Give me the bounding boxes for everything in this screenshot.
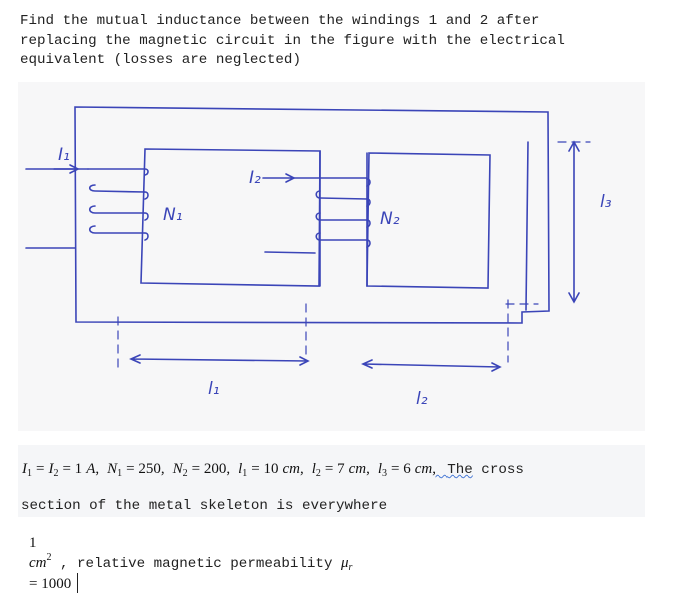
winding-1-coil: [25, 168, 149, 249]
var-N2-sub: 2: [182, 468, 188, 479]
label-winding-1: N₁: [163, 205, 183, 225]
comma: ,: [95, 461, 100, 477]
area-value: 1: [29, 535, 37, 551]
N1-value: = 250,: [126, 461, 165, 477]
mu-value: = 1000: [29, 576, 72, 592]
dimension-l1-arrow: [129, 354, 310, 366]
dimension-l2-arrow: [361, 359, 502, 372]
comma: ,: [366, 461, 370, 477]
parameters-line-1: I1 = I2 = 1 A, N1 = 250, N2 = 200, l1 = …: [22, 460, 524, 479]
var-I1-sub: 1: [27, 468, 32, 479]
text-cross: cross: [472, 462, 524, 478]
current-2-arrow: [262, 173, 296, 183]
var-I2-sub: 2: [53, 468, 59, 479]
question-line-1: Find the mutual inductance between the w…: [20, 13, 540, 29]
current-value: = 1: [62, 461, 83, 477]
label-winding-2: N₂: [380, 209, 400, 229]
core-outer-outline: [74, 106, 550, 324]
parameters-line-2: section of the metal skeleton is everywh…: [21, 498, 388, 514]
core-right-leg-inner: [525, 141, 529, 311]
mu-symbol: μ: [340, 555, 349, 571]
magnetic-circuit-figure: I₁ I₂ N₁ N₂ l₁ l₂ l₃: [18, 82, 645, 431]
winding-2-coil: [264, 177, 371, 254]
question-text: Find the mutual inductance between the w…: [20, 12, 670, 71]
spellcheck-word[interactable]: The: [447, 462, 473, 478]
current-unit: A: [86, 461, 96, 477]
label-current-2: I₂: [249, 168, 261, 188]
var-l1-sub: 1: [242, 468, 248, 479]
l3-unit: cm: [414, 461, 433, 477]
var-N1: N: [107, 461, 118, 477]
label-length-1: l₁: [208, 379, 220, 399]
core-center-leg: [319, 150, 368, 287]
text-cursor: [77, 573, 79, 593]
l1-unit: cm: [282, 461, 300, 477]
var-l3-sub: 3: [382, 468, 388, 479]
l2-value: = 7: [324, 461, 345, 477]
l1-value: = 10: [251, 461, 279, 477]
mu-subscript: r: [348, 562, 353, 573]
l3-value: = 6: [391, 461, 411, 477]
parameters-line-3[interactable]: 1 cm2 , relative magnetic permeability μ…: [21, 516, 352, 593]
label-current-1: I₁: [58, 145, 70, 165]
var-N1-sub: 1: [117, 468, 123, 479]
current-1-arrow: [53, 164, 80, 174]
equals-sign: =: [36, 461, 45, 477]
comma: ,: [299, 461, 304, 477]
l2-unit: cm: [348, 461, 367, 477]
N2-value: = 200,: [191, 461, 231, 477]
question-line-3: equivalent (losses are neglected): [20, 52, 301, 68]
comma-spellcheck: ,: [432, 461, 448, 477]
dimension-guides: [117, 141, 591, 368]
label-length-3: l₃: [600, 192, 612, 212]
permeability-text: , relative magnetic permeability: [51, 556, 341, 572]
area-unit: cm: [29, 555, 47, 571]
label-length-2: l₂: [416, 389, 428, 409]
dimension-l3-arrow: [568, 140, 580, 304]
var-N2: N: [172, 461, 183, 477]
question-line-2: replacing the magnetic circuit in the fi…: [20, 32, 565, 49]
parameters-block: I1 = I2 = 1 A, N1 = 250, N2 = 200, l1 = …: [18, 445, 645, 517]
var-l2-sub: 2: [315, 468, 321, 479]
magnetic-circuit-drawing: I₁ I₂ N₁ N₂ l₁ l₂ l₃: [25, 106, 612, 409]
